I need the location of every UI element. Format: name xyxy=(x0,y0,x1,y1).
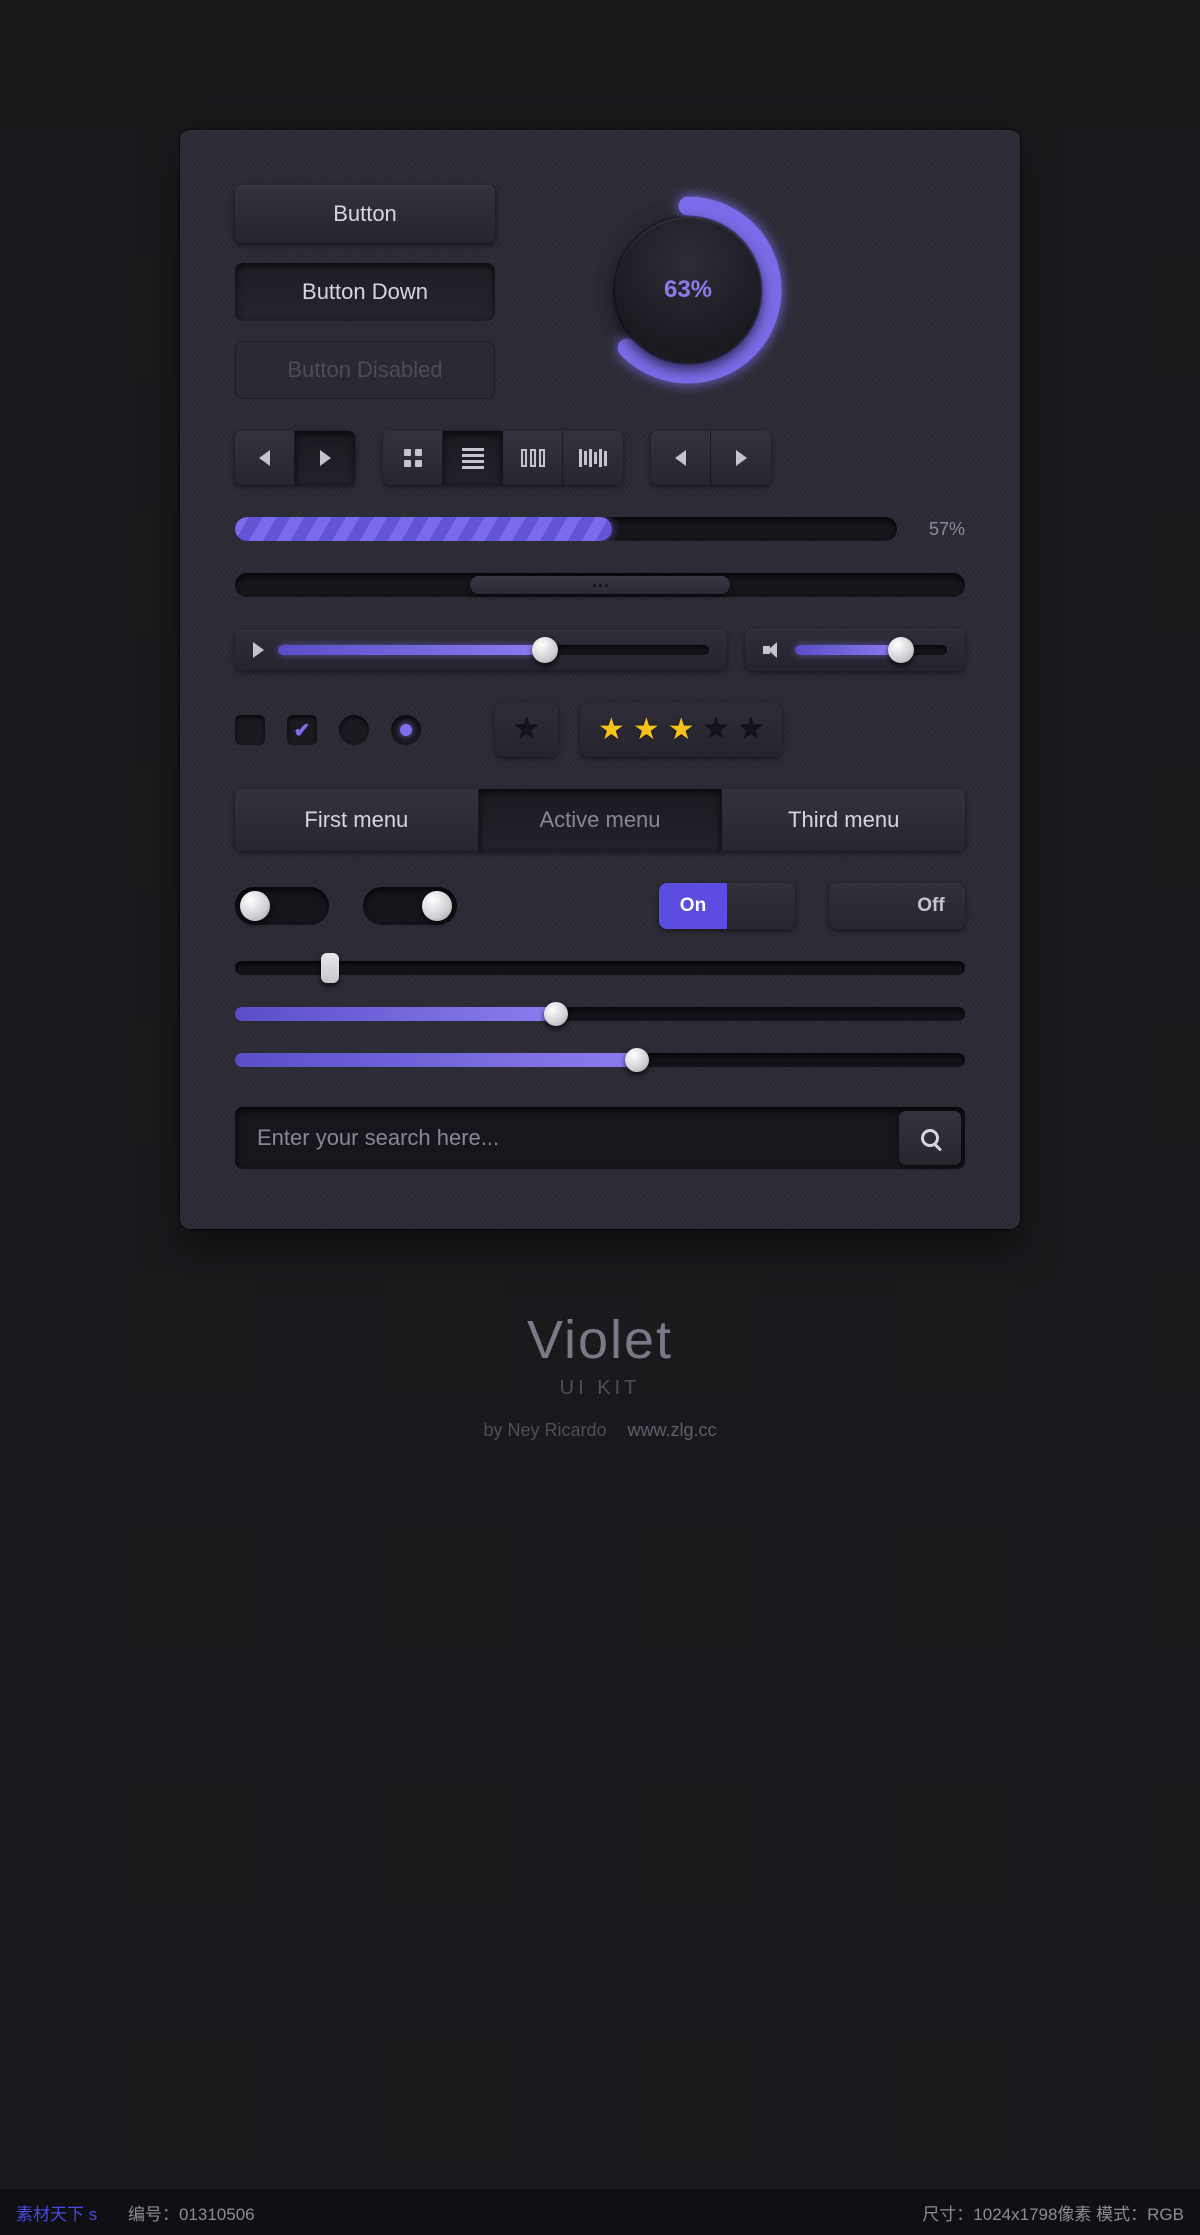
next-button[interactable] xyxy=(295,431,355,485)
footer-dimensions: 尺寸：1024x1798像素 模式：RGB xyxy=(922,2200,1184,2225)
slider-b[interactable] xyxy=(235,1007,965,1021)
progress-fill xyxy=(235,517,612,541)
menu-item-2[interactable]: Active menu xyxy=(479,789,723,851)
segmented-on[interactable]: On xyxy=(659,883,795,929)
scrollbar[interactable] xyxy=(235,573,965,597)
view-grid-button[interactable] xyxy=(383,431,443,485)
star-icon[interactable]: ★ xyxy=(738,715,765,745)
nav-group-1 xyxy=(235,431,355,485)
ui-kit-panel: Button Button Down Button Disabled 63% xyxy=(180,130,1020,1229)
next-button-2[interactable] xyxy=(711,431,771,485)
dial-value: 63% xyxy=(615,217,761,363)
star-icon[interactable]: ★ xyxy=(668,715,695,745)
seg-off-label: Off xyxy=(897,883,965,929)
prev-button[interactable] xyxy=(235,431,295,485)
view-list-button[interactable] xyxy=(443,431,503,485)
footer-bar: 素材天下 s 编号：01310506 尺寸：1024x1798像素 模式：RGB xyxy=(0,2189,1200,2235)
triangle-left-icon xyxy=(675,450,686,466)
slider-a[interactable] xyxy=(235,961,965,975)
view-columns-button[interactable] xyxy=(503,431,563,485)
segmented-off[interactable]: Off xyxy=(829,883,965,929)
view-group xyxy=(383,431,623,485)
footer-source[interactable]: 素材天下 s xyxy=(16,2205,97,2224)
list-icon xyxy=(462,448,484,469)
play-icon[interactable] xyxy=(253,642,264,658)
search-box xyxy=(235,1107,965,1169)
search-input[interactable] xyxy=(235,1125,895,1151)
triangle-right-icon xyxy=(320,450,331,466)
triangle-right-icon xyxy=(736,450,747,466)
checkbox-unchecked[interactable] xyxy=(235,715,265,745)
search-button[interactable] xyxy=(899,1111,961,1165)
star-icon[interactable]: ★ xyxy=(633,715,660,745)
prev-button-2[interactable] xyxy=(651,431,711,485)
kit-subtitle: UI KIT xyxy=(0,1377,1200,1400)
seek-box xyxy=(235,630,727,670)
radio-checked[interactable] xyxy=(391,715,421,745)
button-normal[interactable]: Button xyxy=(235,185,495,243)
barcode-icon xyxy=(579,449,607,467)
slider-c[interactable] xyxy=(235,1053,965,1067)
seg-on-label: On xyxy=(659,883,727,929)
grid-icon xyxy=(404,449,422,467)
footer-id-label: 编号： xyxy=(128,2205,179,2224)
seg-on-side xyxy=(829,883,897,929)
menu-item-3[interactable]: Third menu xyxy=(722,789,965,851)
star-icon[interactable]: ★ xyxy=(598,715,625,745)
seek-slider[interactable] xyxy=(278,645,709,655)
rating-empty[interactable]: ★ xyxy=(495,703,558,757)
kit-author: by Ney Ricardo xyxy=(483,1420,606,1440)
star-icon[interactable]: ★ xyxy=(513,715,540,745)
progress-dial[interactable]: 63% xyxy=(583,185,793,395)
scrollbar-thumb[interactable] xyxy=(470,576,730,594)
progress-bar[interactable] xyxy=(235,517,897,541)
volume-slider[interactable] xyxy=(795,645,947,655)
speaker-icon[interactable] xyxy=(763,641,781,659)
progress-label: 57% xyxy=(911,519,965,540)
star-icon[interactable]: ★ xyxy=(703,715,730,745)
radio-unchecked[interactable] xyxy=(339,715,369,745)
kit-name: Violet xyxy=(0,1309,1200,1371)
menu-item-1[interactable]: First menu xyxy=(235,789,479,851)
button-down[interactable]: Button Down xyxy=(235,263,495,321)
nav-group-2 xyxy=(651,431,771,485)
footer-id: 01310506 xyxy=(179,2205,255,2224)
button-disabled: Button Disabled xyxy=(235,341,495,399)
kit-url: www.zlg.cc xyxy=(628,1420,717,1440)
toggle-round-on[interactable] xyxy=(363,887,457,925)
seg-off-side xyxy=(727,883,795,929)
menu-tabs: First menu Active menu Third menu xyxy=(235,789,965,851)
search-icon xyxy=(921,1129,939,1147)
columns-icon xyxy=(521,449,545,467)
toggle-round-off[interactable] xyxy=(235,887,329,925)
triangle-left-icon xyxy=(259,450,270,466)
checkbox-checked[interactable] xyxy=(287,715,317,745)
volume-box xyxy=(745,629,965,671)
view-barcode-button[interactable] xyxy=(563,431,623,485)
rating-3of5[interactable]: ★ ★ ★ ★ ★ xyxy=(580,703,783,757)
title-block: Violet UI KIT by Ney Ricardo www.zlg.cc xyxy=(0,1309,1200,1441)
